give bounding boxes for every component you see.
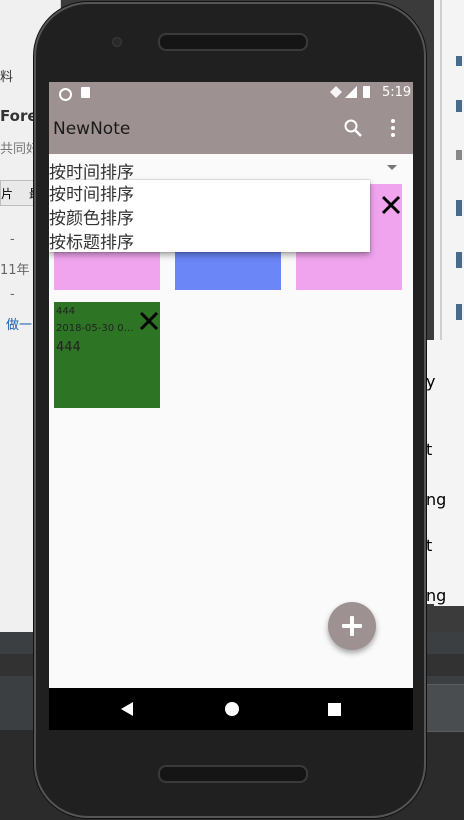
bg-code: t	[426, 440, 433, 459]
sort-option-time[interactable]: 按时间排序	[49, 180, 370, 205]
bg-text: -	[10, 287, 15, 302]
back-icon[interactable]	[121, 702, 133, 716]
sort-option-color[interactable]: 按颜色排序	[49, 204, 370, 229]
status-bar: 5:19	[49, 82, 413, 104]
speaker-grille	[158, 765, 308, 783]
bg-code: y	[426, 372, 436, 391]
bg-text: 料	[0, 70, 14, 85]
search-icon[interactable]	[343, 118, 363, 138]
sd-card-icon	[81, 87, 90, 98]
bg-text: Fore	[0, 107, 38, 125]
bg-text: -	[10, 232, 15, 247]
navigation-bar	[49, 688, 413, 730]
note-body: 444	[56, 340, 81, 355]
camera	[112, 37, 122, 47]
bg-code: ng	[426, 490, 447, 509]
delete-x-icon[interactable]	[380, 194, 402, 216]
status-clock: 5:19	[382, 85, 412, 100]
notification-circle-icon	[59, 88, 72, 101]
delete-x-icon[interactable]	[138, 310, 160, 332]
note-title: 444	[56, 306, 76, 317]
note-card[interactable]: 444 2018-05-30 05:1... 444	[54, 302, 160, 408]
signal-wifi-battery-icons	[330, 86, 370, 98]
sort-option-title[interactable]: 按标题排序	[49, 228, 370, 253]
add-note-button[interactable]	[328, 602, 376, 650]
background-ide-panel: y t ng t ng	[426, 340, 464, 605]
note-date: 2018-05-30 05:1...	[56, 323, 136, 334]
app-screen: 5:19 NewNote 按时间排序 444 2018-05-30 05: 44…	[49, 82, 413, 730]
phone-frame: 5:19 NewNote 按时间排序 444 2018-05-30 05: 44…	[34, 2, 426, 818]
bg-toolbar-icons	[440, 0, 462, 340]
bg-link: 做一	[6, 318, 33, 333]
home-icon[interactable]	[225, 702, 239, 716]
bg-code: ng	[426, 586, 447, 605]
dropdown-arrow-icon	[387, 165, 397, 170]
app-bar: NewNote	[49, 104, 413, 154]
speaker-grille	[158, 33, 308, 51]
bg-code: t	[426, 536, 433, 555]
sort-spinner[interactable]: 按时间排序	[49, 154, 413, 183]
more-vert-icon[interactable]	[389, 118, 397, 138]
app-title: NewNote	[53, 119, 131, 139]
sort-dropdown-menu: 按时间排序 按颜色排序 按标题排序	[49, 180, 370, 253]
bg-text: 11年	[0, 263, 30, 278]
recents-icon[interactable]	[328, 703, 341, 716]
